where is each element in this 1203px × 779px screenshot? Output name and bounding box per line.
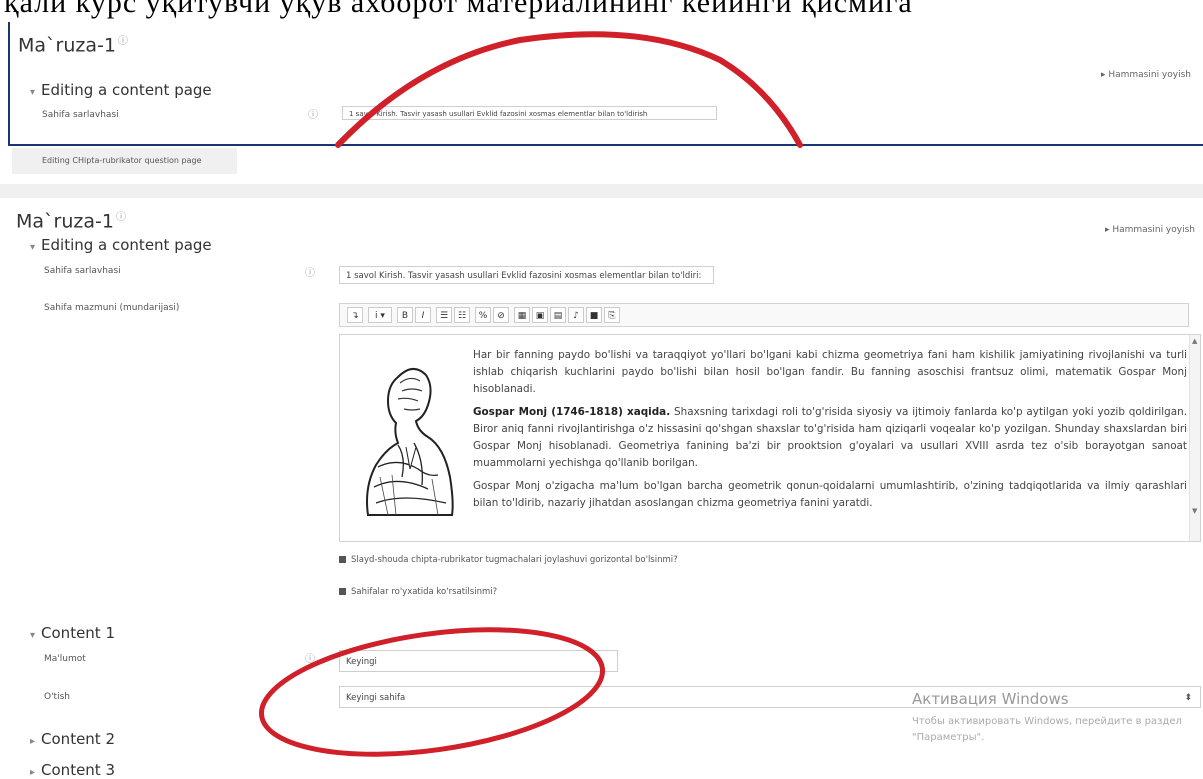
toolbar-button-collapse[interactable]: ↴ xyxy=(347,307,363,323)
title-label: Sahifa sarlavhasi xyxy=(44,266,121,276)
select-arrow-icon: ⬍ xyxy=(1184,693,1192,703)
editor-paragraph-2: Gospar Monj (1746-1818) xaqida. Shaxsnin… xyxy=(473,406,1187,469)
section-header-content-2[interactable]: ▸ Content 2 xyxy=(30,730,115,748)
jump-select[interactable]: Keyingi sahifa ⬍ xyxy=(339,686,1201,708)
toolbar-button-link[interactable]: % xyxy=(475,307,491,323)
editor-scrollbar[interactable]: ▲ ▼ xyxy=(1189,335,1200,541)
help-icon[interactable]: ⓘ xyxy=(308,106,318,121)
toolbar-button-media[interactable]: ▤ xyxy=(550,307,566,323)
windows-activation-title: Активация Windows xyxy=(912,690,1069,708)
chevron-right-icon: ▸ xyxy=(30,736,36,747)
top-cropped-panel: Ma`ruza-1 ⓘ ▸ Hammasini yoyish ▾ Editing a… xyxy=(8,22,1203,146)
divider-band xyxy=(0,184,1203,198)
scroll-down-icon[interactable]: ▼ xyxy=(1192,507,1197,515)
toolbar-button-image[interactable]: ▣ xyxy=(532,307,548,323)
editor-paragraph-1: Har bir fanning paydo bo'lishi va taraqq… xyxy=(473,349,1187,395)
top-section-header[interactable]: ▾ Editing a content page xyxy=(30,81,212,99)
toolbar-button-equation[interactable]: ▦ xyxy=(514,307,530,323)
toolbar-button-italic[interactable]: I xyxy=(415,307,431,323)
top-expand-all-link[interactable]: ▸ Hammasini yoyish xyxy=(1101,70,1191,80)
document-heading-text: қали курс ўқитувчи ўқув ахборот материал… xyxy=(4,0,913,19)
info-label: Ma'lumot xyxy=(44,654,86,664)
section-header-content-page[interactable]: ▾ Editing a content page xyxy=(30,236,212,254)
toolbar-button-manage-files[interactable]: ⎘ xyxy=(604,307,620,323)
editor-toolbar: ↴ i ▾ B I ☰ ☷ % ⊘ ▦ ▣ ▤ ♪ ■ ⎘ xyxy=(339,303,1189,327)
chevron-right-icon: ▸ xyxy=(30,767,36,778)
toolbar-button-paragraph-style[interactable]: i ▾ xyxy=(368,307,392,323)
info-input[interactable]: Keyingi xyxy=(339,650,618,672)
page-title: Ma`ruza-1 ⓘ xyxy=(16,210,126,233)
toolbar-button-bullet-list[interactable]: ☰ xyxy=(436,307,452,323)
document-heading-line: қали курс ўқитувчи ўқув ахборот материал… xyxy=(0,0,1203,22)
top-page-title: Ma`ruza-1 ⓘ xyxy=(18,34,128,57)
toolbar-button-bold[interactable]: B xyxy=(397,307,413,323)
breadcrumb-strip: Editing CHipta-rubrikator question page xyxy=(12,148,237,174)
top-title-input[interactable]: 1 savol Kirish. Tasvir yasash usullari E… xyxy=(342,106,717,120)
gaspard-monge-portrait xyxy=(366,368,454,516)
jump-label: O'tish xyxy=(44,692,70,702)
help-icon[interactable]: ⓘ xyxy=(305,264,315,279)
windows-activation-text: Чтобы активировать Windows, перейдите в … xyxy=(912,716,1182,743)
chevron-down-icon: ▾ xyxy=(30,242,36,253)
scroll-up-icon[interactable]: ▲ xyxy=(1192,337,1197,345)
rich-text-editor[interactable]: Har bir fanning paydo bo'lishi va taraqq… xyxy=(339,334,1201,542)
horizontal-buttons-checkbox[interactable]: Slayd-shouda chipta-rubrikator tugmachal… xyxy=(339,555,678,565)
section-header-content-1[interactable]: ▾ Content 1 xyxy=(30,624,115,642)
toolbar-button-unlink[interactable]: ⊘ xyxy=(493,307,509,323)
chevron-down-icon: ▾ xyxy=(30,87,36,98)
panel-bottom-rule xyxy=(10,144,1203,146)
breadcrumb-text: Editing CHipta-rubrikator question page xyxy=(42,156,202,165)
toolbar-button-record-video[interactable]: ■ xyxy=(586,307,602,323)
page-title-input[interactable]: 1 savol Kirish. Tasvir yasash usullari E… xyxy=(339,266,714,284)
editor-paragraph-3: Gospar Monj o'zigacha ma'lum bo'lgan bar… xyxy=(473,480,1187,509)
section-header-content-3[interactable]: ▸ Content 3 xyxy=(30,761,115,779)
content-label: Sahifa mazmuni (mundarijasi) xyxy=(44,303,180,313)
chevron-down-icon: ▾ xyxy=(30,630,36,641)
top-title-label: Sahifa sarlavhasi xyxy=(42,110,119,120)
checkbox-checked-icon[interactable] xyxy=(339,556,346,563)
show-in-list-checkbox[interactable]: Sahifalar ro'yxatida ko'rsatilsinmi? xyxy=(339,587,497,597)
help-icon[interactable]: ⓘ xyxy=(305,650,315,665)
toolbar-button-record-audio[interactable]: ♪ xyxy=(568,307,584,323)
checkbox-checked-icon[interactable] xyxy=(339,588,346,595)
toolbar-button-numbered-list[interactable]: ☷ xyxy=(454,307,470,323)
editor-content: Har bir fanning paydo bo'lishi va taraqq… xyxy=(473,347,1187,518)
expand-all-link[interactable]: ▸ Hammasini yoyish xyxy=(1105,225,1195,235)
